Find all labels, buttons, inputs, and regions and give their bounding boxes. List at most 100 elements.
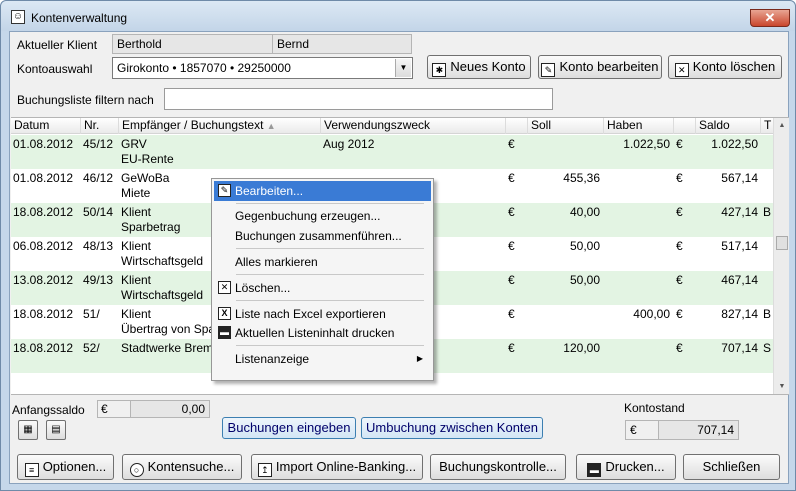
edit-document-icon: ✎ [541,63,556,77]
chevron-down-icon[interactable]: ▼ [395,59,411,77]
printer-icon: ▬ [587,463,602,477]
cell-text: € [676,273,683,287]
new-document-icon: ✱ [432,63,447,77]
menu-item-delete[interactable]: ✕ Löschen... [214,278,431,298]
cell-text: 52/ [83,341,100,355]
cell-datum: 18.08.2012 [13,205,79,220]
clipboard-button[interactable]: ▤ [46,420,66,440]
cell-text: Aug 2012 [323,137,375,151]
cell-cur2: € [676,273,692,288]
cell-text: 40,00 [569,205,600,219]
col-currency-2[interactable] [674,118,696,134]
edit-account-button[interactable]: ✎ Konto bearbeiten [538,55,662,79]
cell-text: 01.08.2012 [13,171,74,185]
cell-nr: 46/12 [83,171,117,186]
cell-text: € [676,307,683,321]
vertical-scrollbar[interactable]: ▲ ▼ [773,118,789,394]
import-icon: ↥ [257,463,272,477]
cell-text: 13.08.2012 [13,273,74,287]
delete-account-button[interactable]: ✕ Konto löschen [668,55,782,79]
sort-asc-icon: ▲ [266,121,276,131]
cell-cur: € [508,205,524,220]
cell-saldo: 827,14 [698,307,758,322]
edit-document-icon: ✎ [218,184,231,197]
cell-datum: 18.08.2012 [13,307,79,322]
printer-icon: ▬ [218,326,231,339]
scroll-thumb[interactable] [776,236,788,250]
cell-saldo: 427,14 [698,205,758,220]
cell-nr: 45/12 [83,137,117,152]
menu-item-select-all[interactable]: Alles markieren [214,252,431,272]
cell-text: 567,14 [721,171,758,185]
cell-text: 1.022,50 [623,137,670,151]
opening-balance-currency: € [97,400,131,418]
cell-datum: 06.08.2012 [13,239,79,254]
enter-bookings-button[interactable]: Buchungen eingeben [222,417,356,439]
cell-text: 1.022,50 [711,137,758,151]
print-button[interactable]: ▬ Drucken... [576,454,676,480]
window-close-button[interactable]: ✕ [750,9,790,27]
search-icon: ○ [129,463,144,477]
col-nr[interactable]: Nr. [81,118,119,134]
filter-input[interactable] [164,88,553,110]
menu-separator [236,345,424,346]
menu-item-print-list[interactable]: ▬ Aktuellen Listeninhalt drucken [214,323,431,343]
cell-cur: € [508,171,524,186]
options-button[interactable]: ≡ Optionen... [17,454,114,480]
cell-text: 01.08.2012 [13,137,74,151]
col-soll[interactable]: Soll [528,118,604,134]
cell-cur2: € [676,137,692,152]
cell-text: 49/13 [83,273,114,287]
col-saldo[interactable]: Saldo [696,118,761,134]
cell-text: 400,00 [633,307,670,321]
booking-check-button[interactable]: Buchungskontrolle... [430,454,566,480]
window-title: Kontenverwaltung [31,11,128,25]
cell-text: GRV [121,137,147,151]
cell-text: 427,14 [721,205,758,219]
cell-text: € [676,239,683,253]
import-online-banking-button[interactable]: ↥ Import Online-Banking... [251,454,423,480]
account-search-button[interactable]: ○ Kontensuche... [122,454,242,480]
cell-cur: € [508,341,524,356]
menu-item-export-excel[interactable]: X Liste nach Excel exportieren [214,304,431,324]
cell-saldo: 467,14 [698,273,758,288]
cell-text: € [508,205,515,219]
cell-saldo: 517,14 [698,239,758,254]
cell-text: 50,00 [569,273,600,287]
account-select[interactable]: Girokonto • 1857070 • 29250000 ▼ [112,57,413,79]
new-account-button[interactable]: ✱ Neues Konto [427,55,531,79]
table-row[interactable]: 01.08.2012 45/12 GRV EU-Rente Aug 2012 €1.022… [11,135,773,169]
cell-saldo: 567,14 [698,171,758,186]
col-empfaenger[interactable]: Empfänger / Buchungstext ▲ [119,118,321,134]
menu-item-edit[interactable]: ✎ Bearbeiten... [214,181,431,201]
menu-item-list-display[interactable]: Listenanzeige ▶ [214,349,431,369]
menu-item-counter-booking[interactable]: Gegenbuchung erzeugen... [214,206,431,226]
menu-item-merge-bookings[interactable]: Buchungen zusammenführen... [214,226,431,246]
calendar-button[interactable]: ▦ [18,420,38,440]
cell-nr: 50/14 [83,205,117,220]
options-icon: ≡ [24,463,39,477]
menu-separator [236,300,424,301]
cell-t: B [763,205,773,220]
title-bar[interactable]: ☺ Kontenverwaltung ✕ [1,1,795,31]
col-currency[interactable] [506,118,528,134]
cell-datum: 18.08.2012 [13,341,79,356]
col-datum[interactable]: Datum [11,118,81,134]
account-selected-value: Girokonto • 1857070 • 29250000 [117,61,291,75]
cell-cur2: € [676,239,692,254]
col-verwendungszweck[interactable]: Verwendungszweck [321,118,506,134]
transfer-between-accounts-button[interactable]: Umbuchung zwischen Konten [361,417,543,439]
cell-text: 45/12 [83,137,114,151]
cell-cur2: € [676,171,692,186]
col-haben[interactable]: Haben [604,118,674,134]
cell-soll: 455,36 [530,171,600,186]
calendar-icon: ▦ [23,424,33,435]
scroll-up-icon[interactable]: ▲ [775,119,789,133]
close-button[interactable]: Schließen [683,454,780,480]
scroll-down-icon[interactable]: ▼ [775,380,789,394]
delete-document-icon: ✕ [674,63,689,77]
cell-nr: 48/13 [83,239,117,254]
opening-balance-label: Anfangssaldo [12,403,85,417]
cell-text: B [763,205,772,219]
cell-text: B [763,307,772,321]
